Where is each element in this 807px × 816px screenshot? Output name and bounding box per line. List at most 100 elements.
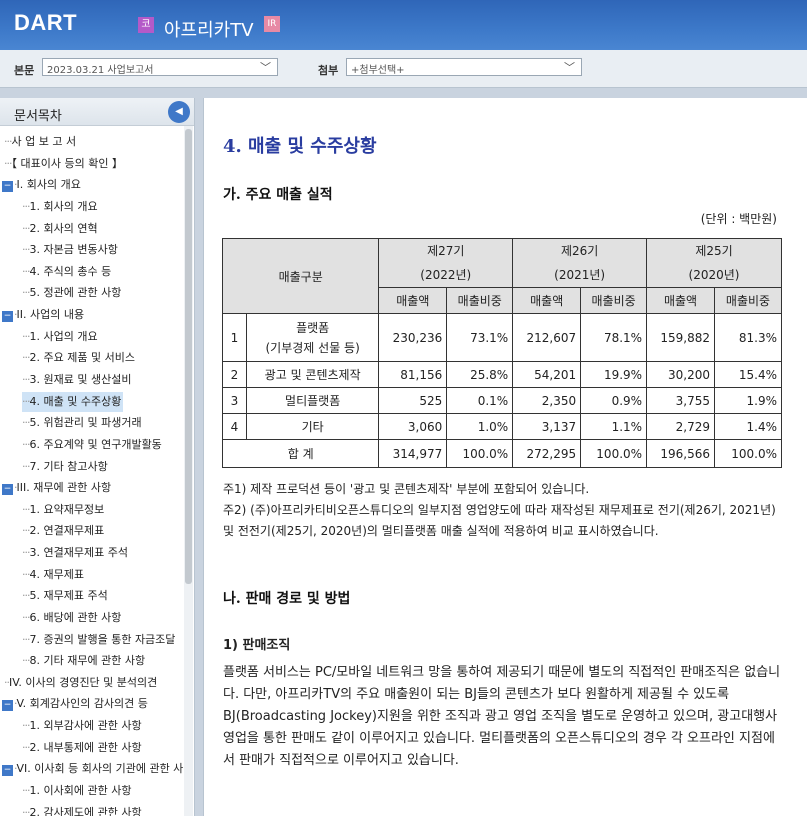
toc-item[interactable]: − ·V. 회계감사인의 감사의견 등 (2, 694, 148, 714)
cell: 230,236 (378, 313, 448, 362)
toc-item[interactable]: − ·I. 회사의 개요 (2, 175, 81, 195)
attachment-select-value: +첨부선택+ (351, 65, 405, 76)
cell: 15.4% (714, 361, 782, 388)
toc-item[interactable]: ···1. 회사의 개요 (22, 197, 98, 217)
cell: 100.0% (580, 439, 648, 468)
attachment-select[interactable]: +첨부선택+ ﹀ (346, 58, 582, 76)
chevron-down-icon: ﹀ (564, 61, 575, 74)
cell: 81.3% (714, 313, 782, 362)
table-row: 4 기타 3,060 1.0% 3,137 1.1% 2,729 1.4% (222, 413, 782, 440)
unit-label: (단위 : 백만원) (700, 212, 777, 226)
corp-badge: 코 (138, 17, 154, 33)
collapse-sidebar-button[interactable]: ◀ (168, 101, 190, 123)
toc-scroll-thumb[interactable] (185, 129, 192, 584)
header-ratio: 매출비중 (446, 287, 514, 314)
subsection-title-a: 가. 주요 매출 실적 (223, 187, 333, 203)
row-number: 4 (222, 413, 247, 440)
table-header-row: 매출구분 제27기 (2022년) 제26기 (2021년) 제25기 (2020년) (221, 238, 782, 314)
subsection-title-b: 나. 판매 경로 및 방법 (223, 591, 351, 607)
toc-item[interactable]: ···8. 기타 재무에 관한 사항 (22, 651, 145, 671)
cell: 159,882 (646, 313, 715, 362)
cell: 2,350 (512, 387, 582, 414)
toc-item[interactable]: ···6. 배당에 관한 사항 (22, 608, 121, 628)
toc-item[interactable]: ···3. 연결재무제표 주석 (22, 543, 128, 563)
toc-item[interactable]: ···1. 외부감사에 관한 사항 (22, 716, 142, 736)
toc-item[interactable]: ···3. 원재료 및 생산설비 (22, 370, 131, 390)
row-name: 기타 (245, 413, 380, 440)
cell: 212,607 (512, 313, 582, 362)
cell: 0.1% (446, 387, 514, 414)
sales-table: 매출구분 제27기 (2022년) 제26기 (2021년) 제25기 (2020년)… (221, 238, 782, 468)
attach-label: 첨부 (318, 64, 339, 77)
cell: 25.8% (446, 361, 514, 388)
toc-item[interactable]: ···4. 주식의 총수 등 (22, 262, 111, 282)
toc-item[interactable]: ···2. 연결재무제표 (22, 521, 104, 541)
toc-item[interactable]: ···2. 회사의 연혁 (22, 219, 98, 239)
footnote-1: 주1) 제작 프로덕션 등이 '광고 및 콘텐츠제작' 부분에 포함되어 있습니… (223, 482, 590, 496)
cell: 272,295 (512, 439, 582, 468)
toc-item[interactable]: ···1. 요약재무정보 (22, 500, 104, 520)
document-select-bar: 본문 2023.03.21 사업보고서 ﹀ 첨부 +첨부선택+ ﹀ (0, 50, 807, 88)
report-select-value: 2023.03.21 사업보고서 (47, 65, 154, 76)
cell: 314,977 (378, 439, 448, 468)
row-name: 광고 및 콘텐츠제작 (245, 361, 380, 388)
table-total-row: 합 계 314,977 100.0% 272,295 100.0% 196,56… (221, 439, 782, 468)
report-select[interactable]: 2023.03.21 사업보고서 ﹀ (42, 58, 278, 76)
cell: 1.0% (446, 413, 514, 440)
toc-item[interactable]: ···1. 사업의 개요 (22, 327, 98, 347)
body-label: 본문 (14, 64, 35, 77)
collapse-node-icon: − (2, 181, 13, 192)
toc-item[interactable]: − ·II. 사업의 내용 (2, 305, 84, 325)
toc-item[interactable]: ···2. 내부통제에 관한 사항 (22, 738, 142, 758)
toc-item[interactable]: ···3. 자본금 변동사항 (22, 240, 118, 260)
subsection-sales-org: 1) 판매조직 (223, 638, 291, 653)
collapse-node-icon: − (2, 311, 13, 322)
toc-item[interactable]: ···5. 재무제표 주석 (22, 586, 108, 606)
ir-badge[interactable]: IR (264, 16, 280, 32)
toc-item[interactable]: ···5. 정관에 관한 사항 (22, 283, 121, 303)
cell: 100.0% (714, 439, 782, 468)
toc-title: 문서목차 (14, 109, 62, 124)
cell: 73.1% (446, 313, 514, 362)
toc-item[interactable]: ··IV. 이사의 경영진단 및 분석의견 (4, 673, 157, 693)
toc-item[interactable]: ···1. 이사회에 관한 사항 (22, 781, 131, 801)
collapse-node-icon: − (2, 700, 13, 711)
toc-header: 문서목차 ◀ (0, 98, 194, 126)
toc-item[interactable]: ···7. 증권의 발행을 통한 자금조달 (22, 630, 175, 650)
cell: 81,156 (378, 361, 448, 388)
sales-org-paragraph: 플랫폼 서비스는 PC/모바일 네트워크 망을 통하여 제공되기 때문에 별도의… (223, 665, 781, 768)
cell: 78.1% (580, 313, 648, 362)
row-number: 2 (222, 361, 247, 388)
cell: 1.4% (714, 413, 782, 440)
collapse-node-icon: − (2, 484, 13, 495)
toc-item[interactable]: ···7. 기타 참고사항 (22, 457, 108, 477)
cell: 2,729 (646, 413, 715, 440)
toc-item[interactable]: ···2. 감사제도에 관한 사항 (22, 803, 142, 816)
row-name: 멀티플랫폼 (245, 387, 380, 414)
dart-logo[interactable]: DART (14, 10, 77, 36)
cell: 3,137 (512, 413, 582, 440)
toc-item[interactable]: − ·VI. 이사회 등 회사의 기관에 관한 사 (2, 759, 183, 779)
header-corner: 매출구분 (221, 238, 380, 314)
header-ratio: 매출비중 (580, 287, 648, 314)
table-row: 2 광고 및 콘텐츠제작 81,156 25.8% 54,201 19.9% 3… (222, 361, 782, 388)
toc-item[interactable]: ···5. 위험관리 및 파생거래 (22, 413, 142, 433)
toc-item-active[interactable]: ···4. 매출 및 수주상황 (22, 392, 124, 412)
row-number: 3 (222, 387, 247, 414)
header-amount: 매출액 (378, 287, 448, 314)
toc-item[interactable]: ···6. 주요계약 및 연구개발활동 (22, 435, 162, 455)
header-amount: 매출액 (512, 287, 582, 314)
toc-scrollbar[interactable] (184, 126, 193, 816)
cell: 525 (378, 387, 448, 414)
toc-item[interactable]: ···2. 주요 제품 및 서비스 (22, 348, 135, 368)
cell: 19.9% (580, 361, 648, 388)
cell: 0.9% (580, 387, 648, 414)
table-row: 3 멀티플랫폼 525 0.1% 2,350 0.9% 3,755 1.9% (222, 387, 782, 414)
toc-item[interactable]: ···4. 재무제표 (22, 565, 84, 585)
header-ratio: 매출비중 (714, 287, 782, 314)
document-content: 4. 매출 및 수주상황 가. 주요 매출 실적 (단위 : 백만원) 매출구분… (203, 98, 807, 816)
toc-item[interactable]: ···【 대표이사 등의 확인 】 (4, 154, 123, 174)
toc-item[interactable]: − ·III. 재무에 관한 사항 (2, 478, 111, 498)
cell: 196,566 (646, 439, 715, 468)
toc-item[interactable]: ···사 업 보 고 서 (4, 132, 76, 152)
